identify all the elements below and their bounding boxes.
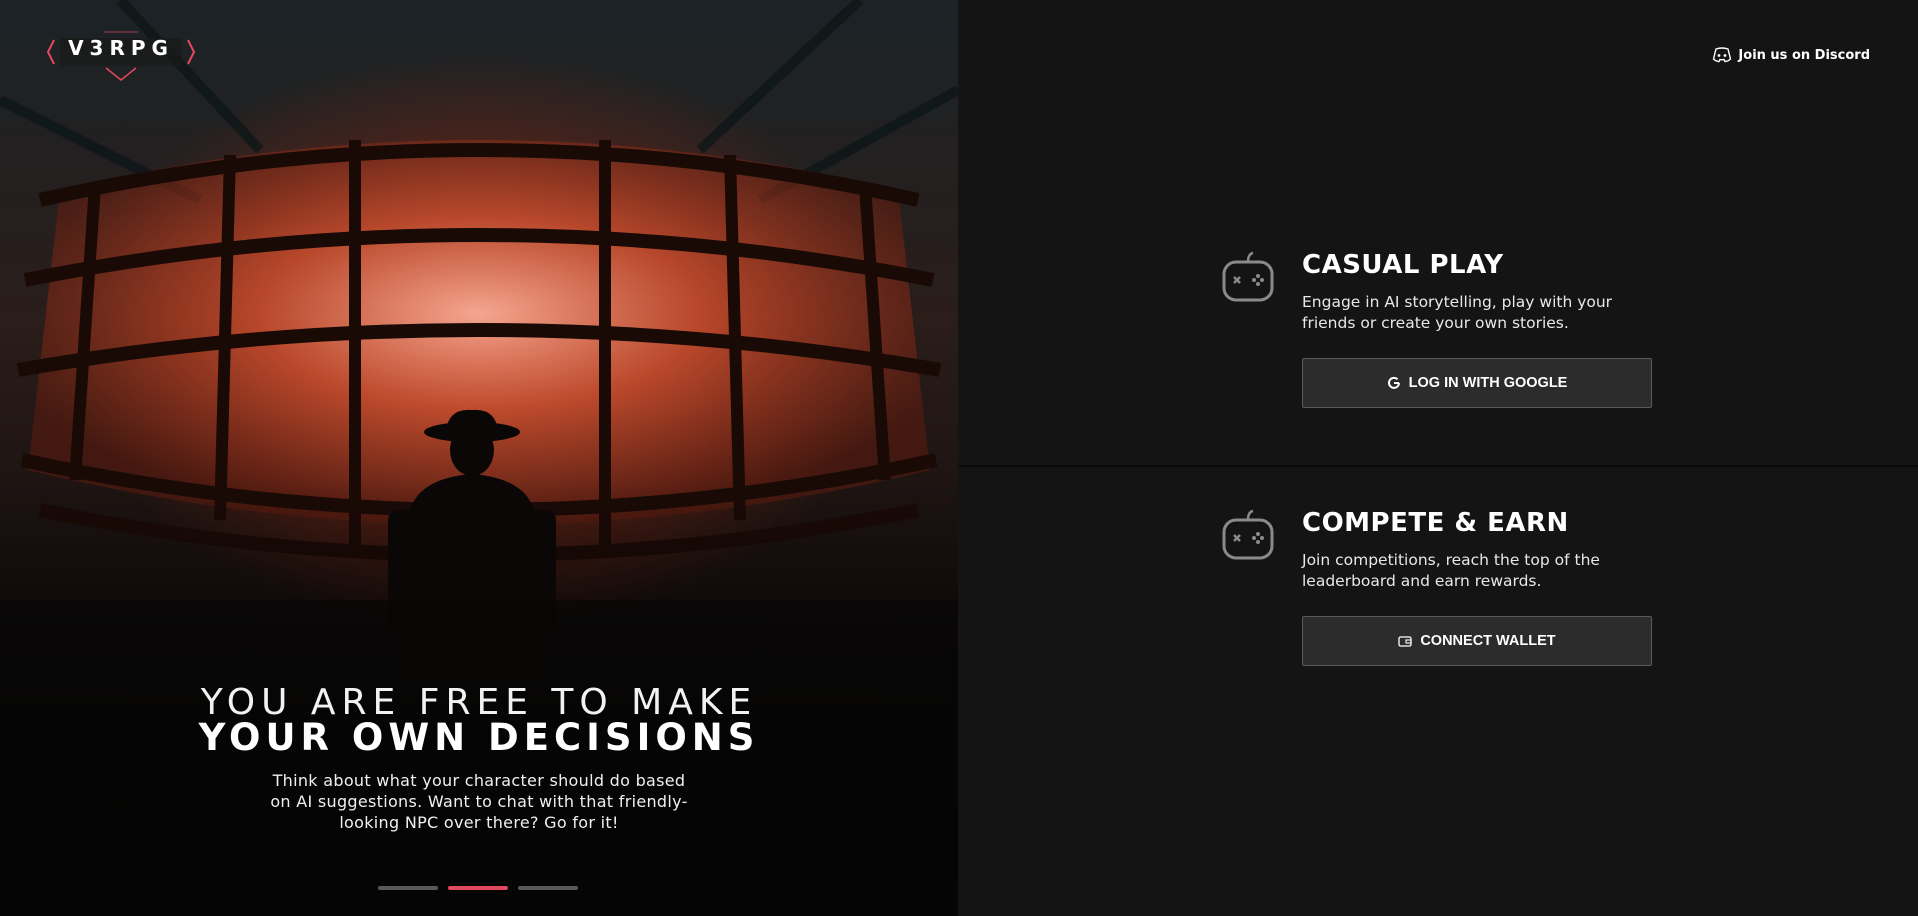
card-title: COMPETE & EARN (1302, 508, 1569, 538)
discord-label: Join us on Discord (1738, 47, 1870, 63)
wallet-icon (1398, 636, 1412, 647)
card-description: Engage in AI storytelling, play with you… (1302, 293, 1613, 332)
carousel-indicators (378, 886, 578, 890)
card-title: CASUAL PLAY (1302, 250, 1504, 280)
section-divider (958, 465, 1918, 467)
connect-wallet-button[interactable]: CONNECT WALLET (1302, 616, 1652, 666)
gamepad-icon (1222, 251, 1274, 302)
hero-panel: V3RPG YOU ARE FREE TO MAKE YOUR OWN DECI… (0, 0, 958, 916)
hero-headline-bold: YOUR OWN DECISIONS (198, 716, 760, 759)
carousel-dot-active[interactable] (448, 886, 508, 890)
logo-text: V3RPG (68, 36, 174, 60)
login-panel: Join us on Discord CASUAL PLAY Engage in… (958, 0, 1918, 916)
carousel-dot[interactable] (518, 886, 578, 890)
v3rpg-logo[interactable]: V3RPG (44, 28, 198, 81)
google-icon (1387, 376, 1400, 389)
discord-icon (1713, 47, 1732, 63)
carousel-dot[interactable] (378, 886, 438, 890)
google-login-button[interactable]: LOG IN WITH GOOGLE (1302, 358, 1652, 408)
connect-wallet-label: CONNECT WALLET (1420, 633, 1556, 649)
google-login-label: LOG IN WITH GOOGLE (1408, 375, 1568, 391)
hero-description: Think about what your character should d… (270, 771, 688, 832)
card-description: Join competitions, reach the top of the … (1302, 551, 1600, 590)
discord-link[interactable]: Join us on Discord (1712, 46, 1870, 64)
gamepad-icon (1222, 509, 1274, 560)
